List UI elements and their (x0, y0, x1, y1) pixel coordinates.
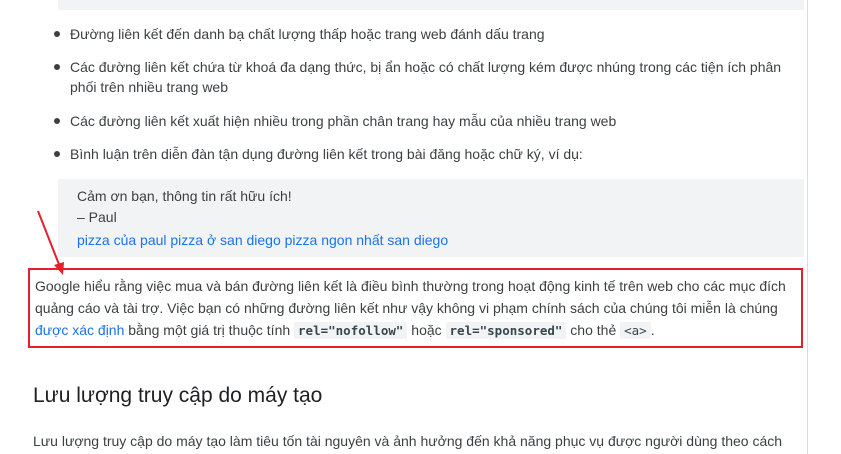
paragraph-text: hoặc (407, 322, 446, 338)
content-right-border (807, 0, 808, 454)
list-item: Bình luận trên diễn đàn tận dụng đường l… (54, 144, 795, 164)
comment-link[interactable]: pizza của paul pizza ở san diego pizza n… (77, 230, 448, 250)
code-rel-sponsored: rel="sponsored" (445, 322, 567, 339)
code-rel-nofollow: rel="nofollow" (294, 322, 408, 339)
paragraph-text: . (650, 322, 655, 338)
defined-link[interactable]: được xác định (35, 322, 124, 338)
paragraph-text: bằng một giá trị thuộc tính (124, 322, 295, 338)
code-a-tag: <a> (620, 322, 651, 339)
forum-comment-example: Cảm ơn bạn, thông tin rất hữu ích! – Pau… (58, 179, 804, 257)
paragraph-text: cho thẻ (566, 322, 621, 338)
highlighted-paragraph: Google hiểu rằng việc mua và bán đường l… (35, 275, 800, 342)
previous-code-block (58, 0, 804, 10)
list-item: Các đường liên kết chứa từ khoá đa dạng … (54, 57, 795, 97)
section-paragraph: Lưu lượng truy cập do máy tạo làm tiêu t… (33, 433, 783, 449)
section-heading: Lưu lượng truy cập do máy tạo (33, 384, 323, 407)
list-item: Các đường liên kết xuất hiện nhiều trong… (54, 111, 795, 131)
comment-signature: – Paul (77, 209, 117, 225)
highlighted-paragraph-box: Google hiểu rằng việc mua và bán đường l… (28, 268, 803, 348)
comment-text: Cảm ơn bạn, thông tin rất hữu ích! (77, 188, 292, 204)
list-item: Đường liên kết đến danh bạ chất lượng th… (54, 24, 795, 44)
paragraph-text: Google hiểu rằng việc mua và bán đường l… (35, 278, 786, 316)
annotation-arrow-icon (37, 210, 64, 275)
